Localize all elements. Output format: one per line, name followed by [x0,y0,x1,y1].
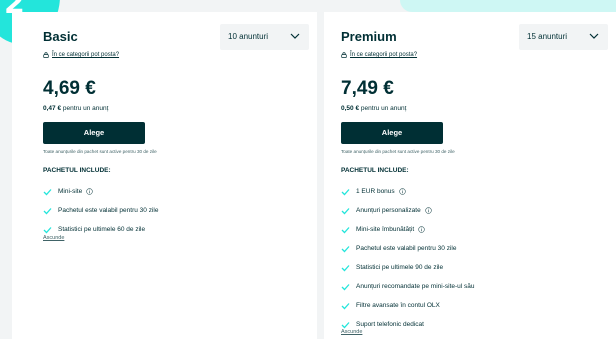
check-icon [43,188,52,195]
feature-item: Pachetul este valabil pentru 30 zile [341,239,475,258]
lock-icon [43,52,49,58]
choose-button[interactable]: Alege [43,122,145,144]
choose-button[interactable]: Alege [341,122,443,144]
categories-link[interactable]: În ce categorii pot posta? [43,52,119,58]
lock-icon [341,52,347,58]
feature-item: Statistici pe ultimele 90 de zile [341,258,475,277]
ads-quantity-select[interactable]: 15 anunturi [519,24,608,50]
feature-label: Mini-site [58,188,83,195]
feature-item: Anunțuri recomandate pe mini-site-ul său [341,277,475,296]
feature-label: Filtre avansate în contul OLX [356,302,440,309]
select-value: 10 anunturi [228,32,269,41]
validity-note: Toate anunțurile din pachet sunt active … [43,149,157,154]
check-icon [341,207,350,214]
decorative-band [400,0,616,12]
feature-label: 1 EUR bonus [356,188,395,195]
feature-list: 1 EUR bonus Anunțuri personalizate Mini-… [341,182,475,334]
info-icon[interactable] [86,188,93,195]
feature-label: Statistici pe ultimele 90 de zile [356,264,444,271]
info-icon[interactable] [398,188,406,195]
feature-item: Mini-site îmbunătățit [341,220,475,239]
select-value: 15 anunturi [527,32,568,41]
feature-label: Anunțuri personalizate [356,207,421,214]
categories-link-label: În ce categorii pot posta? [350,52,418,58]
hide-link[interactable]: Ascunde [43,235,64,241]
feature-item: Anunțuri personalizate [341,201,475,220]
feature-label: Statistici pe ultimele 60 de zile [58,226,146,233]
check-icon [341,283,350,290]
price-per-ad-value: 0,50 € [341,105,360,112]
includes-title: PACHETUL INCLUDE: [43,167,111,174]
check-icon [341,264,350,271]
plan-title: Premium [341,29,397,44]
price-per-ad-label: pentru un anunț [62,105,109,112]
plan-card-basic: Basic 10 anunturi În ce categorii pot po… [12,12,317,339]
includes-title: PACHETUL INCLUDE: [341,167,409,174]
card-divider [317,12,324,339]
chevron-down-icon [589,33,599,39]
price-per-ad-label: pentru un anunț [360,105,407,112]
check-icon [341,226,350,233]
plan-price: 7,49 € [341,78,394,99]
check-icon [43,226,52,233]
plan-price: 4,69 € [43,78,96,99]
ads-quantity-select[interactable]: 10 anunturi [220,24,309,50]
chevron-down-icon [290,33,300,39]
feature-label: Pachetul este valabil pentru 30 zile [356,245,457,252]
feature-label: Suport telefonic dedicat [356,321,424,328]
feature-label: Anunțuri recomandate pe mini-site-ul său [356,283,475,290]
check-icon [341,188,350,195]
categories-link[interactable]: În ce categorii pot posta? [341,52,417,58]
info-icon[interactable] [418,226,425,233]
check-icon [341,321,350,328]
info-icon[interactable] [424,207,432,214]
feature-item: Filtre avansate în contul OLX [341,296,475,315]
check-icon [43,207,52,214]
feature-item: Mini-site [43,182,158,201]
price-per-ad: 0,47 € pentru un anunț [43,105,108,112]
feature-item: Pachetul este valabil pentru 30 zile [43,201,158,220]
feature-label: Pachetul este valabil pentru 30 zile [58,207,159,214]
price-per-ad: 0,50 € pentru un anunț [341,105,406,112]
hide-link[interactable]: Ascunde [341,329,362,335]
check-icon [341,245,350,252]
feature-label: Mini-site îmbunătățit [356,226,415,233]
validity-note: Toate anunțurile din pachet sunt active … [341,149,455,154]
feature-list: Mini-site Pachetul este valabil pentru 3… [43,182,158,239]
check-icon [341,302,350,309]
feature-item: 1 EUR bonus [341,182,475,201]
price-per-ad-value: 0,47 € [43,105,62,112]
plan-title: Basic [43,29,78,44]
categories-link-label: În ce categorii pot posta? [52,52,120,58]
plan-card-premium: Premium 15 anunturi În ce categorii pot … [324,12,616,339]
